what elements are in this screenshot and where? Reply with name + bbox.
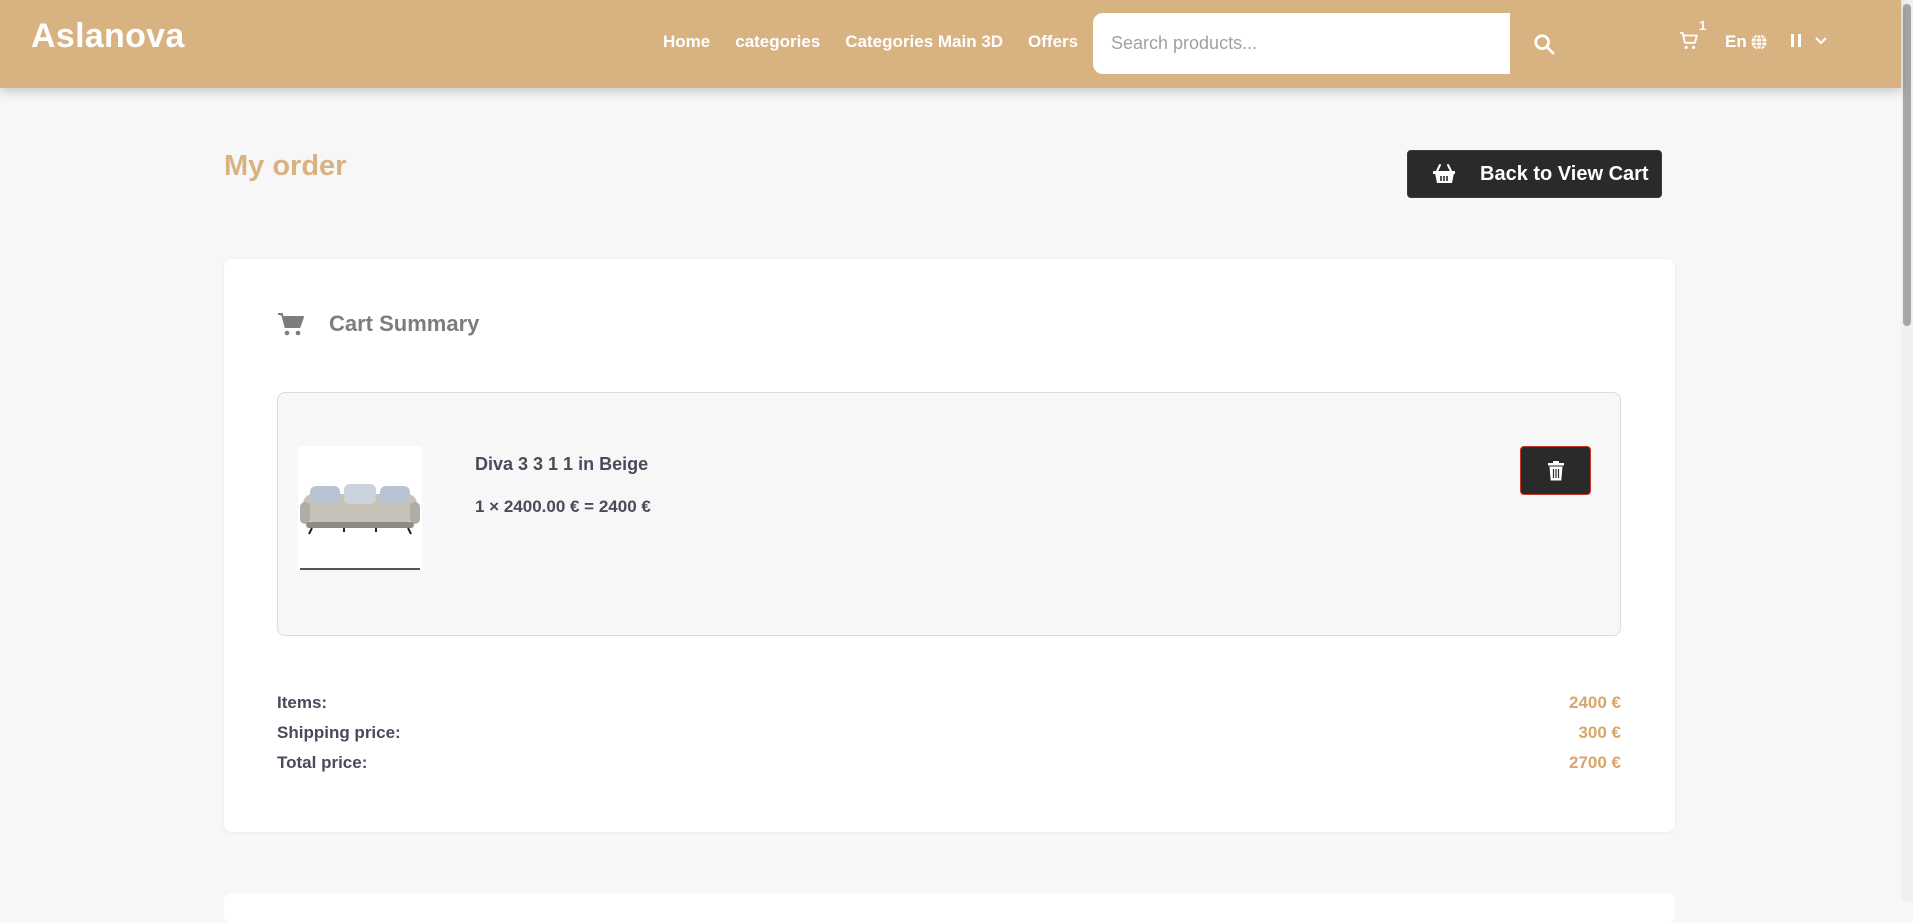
cart-summary-card: Cart Summary Diva 3 3 1 1 in Beige 1 × 2… [224, 259, 1675, 832]
items-value: 2400 € [1569, 693, 1621, 712]
cart-item: Diva 3 3 1 1 in Beige 1 × 2400.00 € = 24… [277, 392, 1621, 636]
page-title: My order [224, 150, 347, 182]
product-image-underline [300, 568, 420, 570]
total-label: Total price: [277, 753, 368, 772]
account-menu-toggle[interactable] [1791, 34, 1827, 47]
totals-row-total: Total price: 2700 € [277, 748, 1621, 778]
scrollbar-thumb[interactable] [1903, 4, 1911, 326]
shopping-cart-icon [278, 313, 304, 336]
header-cart-button[interactable] [1678, 30, 1704, 56]
nav-offers[interactable]: Offers [1028, 32, 1078, 52]
main-nav: Home categories Categories Main 3D Offer… [663, 32, 1078, 52]
order-totals: Items: 2400 € Shipping price: 300 € Tota… [277, 688, 1621, 778]
basket-icon [1433, 164, 1455, 183]
shipping-label: Shipping price: [277, 723, 401, 742]
nav-categories[interactable]: categories [735, 32, 820, 52]
page-scrollbar[interactable] [1901, 0, 1913, 901]
trash-icon [1547, 460, 1564, 480]
menu-icon [1791, 34, 1801, 47]
search-input[interactable] [1093, 13, 1510, 74]
nav-home[interactable]: Home [663, 32, 710, 52]
cart-icon [1679, 31, 1698, 49]
language-label: En [1725, 32, 1747, 51]
globe-icon [1751, 33, 1767, 51]
delete-item-button[interactable] [1520, 446, 1591, 495]
nav-categories-main-3d[interactable]: Categories Main 3D [845, 32, 1003, 52]
brand-logo[interactable]: Aslanova [31, 17, 185, 56]
items-label: Items: [277, 693, 328, 712]
cart-summary-title: Cart Summary [329, 311, 480, 336]
shipping-value: 300 € [1578, 723, 1621, 742]
item-price-line: 1 × 2400.00 € = 2400 € [475, 497, 651, 516]
search-icon [1534, 33, 1555, 55]
search-button[interactable] [1510, 13, 1578, 74]
back-to-view-cart-button[interactable]: Back to View Cart [1407, 150, 1662, 198]
totals-row-items: Items: 2400 € [277, 688, 1621, 718]
top-navbar: Aslanova Home categories Categories Main… [0, 0, 1901, 88]
product-image[interactable] [298, 446, 422, 570]
chevron-down-icon [1815, 36, 1827, 44]
item-name: Diva 3 3 1 1 in Beige [475, 454, 649, 474]
total-value: 2700 € [1569, 753, 1621, 772]
cart-count-badge: 1 [1699, 18, 1707, 33]
language-selector[interactable]: En [1725, 32, 1768, 52]
totals-row-shipping: Shipping price: 300 € [277, 718, 1621, 748]
next-section-card [224, 893, 1675, 923]
cart-summary-header: Cart Summary [277, 311, 479, 337]
back-to-view-cart-label: Back to View Cart [1480, 162, 1649, 185]
